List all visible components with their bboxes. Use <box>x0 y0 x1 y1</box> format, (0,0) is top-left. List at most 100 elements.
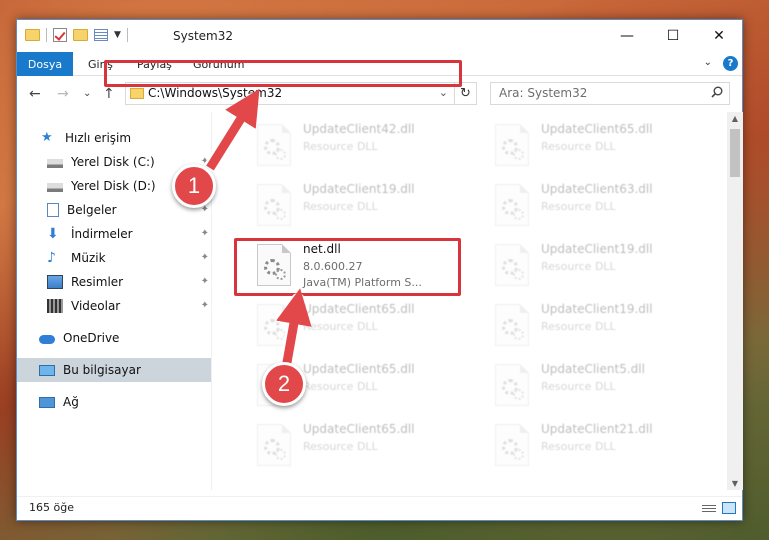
gear-icon <box>513 329 524 340</box>
step-1-badge: 1 <box>172 164 216 208</box>
gear-icon <box>513 269 524 280</box>
file-item[interactable]: UpdateClient63.dll Resource DLL <box>469 180 689 232</box>
sidebar-item-label: Yerel Disk (C:) <box>71 155 155 169</box>
close-button[interactable]: ✕ <box>696 20 742 52</box>
step-2-badge: 2 <box>262 362 306 406</box>
toolbar-divider <box>46 28 47 42</box>
video-icon <box>47 299 63 313</box>
search-box[interactable]: Ara: System32 <box>490 82 730 105</box>
file-name: UpdateClient19.dll <box>303 182 415 196</box>
sidebar-item-hızlı-erişim[interactable]: ★ Hızlı erişim <box>17 126 211 150</box>
file-name: UpdateClient19.dll <box>541 242 653 256</box>
pin-icon[interactable]: ✦ <box>201 252 209 263</box>
file-item[interactable]: UpdateClient5.dll Resource DLL <box>469 360 689 412</box>
scroll-down-arrow-icon[interactable]: ▼ <box>727 479 743 488</box>
gear-icon <box>275 329 286 340</box>
sidebar-item-label: Videolar <box>71 299 121 313</box>
address-dropdown-chevron-icon[interactable]: ⌄ <box>439 86 448 99</box>
file-item[interactable]: UpdateClient42.dll Resource DLL <box>231 120 451 172</box>
details-view-icon[interactable] <box>702 503 716 514</box>
pictures-icon <box>47 275 63 289</box>
window-title: System32 <box>173 29 234 43</box>
dll-file-icon <box>495 364 529 406</box>
toolbar-divider <box>126 28 128 42</box>
network-icon <box>39 396 55 408</box>
file-item[interactable]: UpdateClient19.dll Resource DLL <box>469 240 689 292</box>
gear-icon <box>513 149 524 160</box>
item-count: 165 öğe <box>29 501 74 514</box>
file-item[interactable]: UpdateClient65.dll Resource DLL <box>469 120 689 172</box>
dll-file-icon <box>495 184 529 226</box>
pin-icon[interactable]: ✦ <box>201 300 209 311</box>
file-name: UpdateClient5.dll <box>541 362 645 376</box>
address-path[interactable]: C:\Windows\System32 <box>148 86 282 100</box>
address-bar-highlight <box>104 60 462 87</box>
tab-file[interactable]: Dosya <box>17 52 73 76</box>
help-icon[interactable]: ? <box>723 56 738 71</box>
gear-icon <box>275 149 286 160</box>
new-folder-icon[interactable] <box>73 29 88 41</box>
scrollbar-thumb[interactable] <box>730 129 740 177</box>
sidebar-item-label: Bu bilgisayar <box>63 363 141 377</box>
file-detail: Resource DLL <box>303 440 378 453</box>
sidebar-item-label: Hızlı erişim <box>65 131 132 145</box>
gear-icon <box>275 209 286 220</box>
file-item[interactable]: UpdateClient19.dll Resource DLL <box>469 300 689 352</box>
dll-file-icon <box>495 124 529 166</box>
sidebar-item-label: Ağ <box>63 395 79 409</box>
large-icons-view-icon[interactable] <box>722 502 736 514</box>
file-name: UpdateClient65.dll <box>541 122 653 136</box>
star-icon: ★ <box>41 130 53 145</box>
dll-file-icon <box>257 124 291 166</box>
pin-icon[interactable]: ✦ <box>201 276 209 287</box>
file-name: UpdateClient65.dll <box>303 302 415 316</box>
maximize-button[interactable]: ☐ <box>650 20 696 52</box>
pin-icon[interactable]: ✦ <box>201 228 209 239</box>
file-item[interactable]: UpdateClient19.dll Resource DLL <box>231 180 451 232</box>
window-controls: — ☐ ✕ <box>604 20 742 52</box>
properties-check-icon[interactable] <box>53 28 67 42</box>
drive-icon <box>47 159 63 168</box>
file-detail: Resource DLL <box>541 260 616 273</box>
customize-toolbar-dropdown-icon[interactable]: ▼ <box>114 30 121 40</box>
sidebar-item-onedrive[interactable]: OneDrive <box>17 326 211 350</box>
search-icon[interactable] <box>711 86 723 98</box>
file-detail: Resource DLL <box>541 140 616 153</box>
expand-ribbon-chevron-icon[interactable]: ⌄ <box>704 57 712 68</box>
sidebar-item-i-ndirmeler[interactable]: ⬇ İndirmeler ✦ <box>17 222 211 246</box>
sidebar-item-bu-bilgisayar[interactable]: Bu bilgisayar <box>17 358 211 382</box>
dll-file-icon <box>495 244 529 286</box>
file-detail: Resource DLL <box>303 320 378 333</box>
download-icon: ⬇ <box>47 226 59 242</box>
file-item[interactable]: UpdateClient21.dll Resource DLL <box>469 420 689 472</box>
gear-icon <box>275 449 286 460</box>
gear-icon <box>513 209 524 220</box>
recent-locations-chevron-icon[interactable]: ⌄ <box>83 88 91 99</box>
file-name: UpdateClient65.dll <box>303 362 415 376</box>
title-bar: ▼ System32 — ☐ ✕ <box>17 20 742 52</box>
sidebar-item-müzik[interactable]: ♪ Müzik ✦ <box>17 246 211 270</box>
sidebar-item-label: Müzik <box>71 251 106 265</box>
properties-icon[interactable] <box>94 29 108 41</box>
vertical-scrollbar[interactable]: ▲ ▼ <box>727 112 743 490</box>
sidebar-item-label: Belgeler <box>67 203 117 217</box>
gear-icon <box>513 449 524 460</box>
back-arrow-icon[interactable]: ← <box>29 86 41 102</box>
sidebar-item-label: İndirmeler <box>71 227 133 241</box>
folder-icon <box>130 88 144 99</box>
file-detail: Resource DLL <box>303 140 378 153</box>
folder-icon[interactable] <box>25 29 40 41</box>
sidebar-item-ağ[interactable]: Ağ <box>17 390 211 414</box>
file-item[interactable]: UpdateClient65.dll Resource DLL <box>231 420 451 472</box>
sidebar-item-resimler[interactable]: Resimler ✦ <box>17 270 211 294</box>
search-placeholder[interactable]: Ara: System32 <box>499 86 587 100</box>
forward-arrow-icon[interactable]: → <box>57 86 69 102</box>
up-arrow-icon[interactable]: ↑ <box>103 86 115 102</box>
pane-divider[interactable] <box>211 112 212 490</box>
file-detail: Resource DLL <box>541 320 616 333</box>
drive-icon <box>47 183 63 192</box>
file-item[interactable]: UpdateClient65.dll Resource DLL <box>231 300 451 352</box>
minimize-button[interactable]: — <box>604 20 650 52</box>
sidebar-item-videolar[interactable]: Videolar ✦ <box>17 294 211 318</box>
scroll-up-arrow-icon[interactable]: ▲ <box>727 114 743 123</box>
